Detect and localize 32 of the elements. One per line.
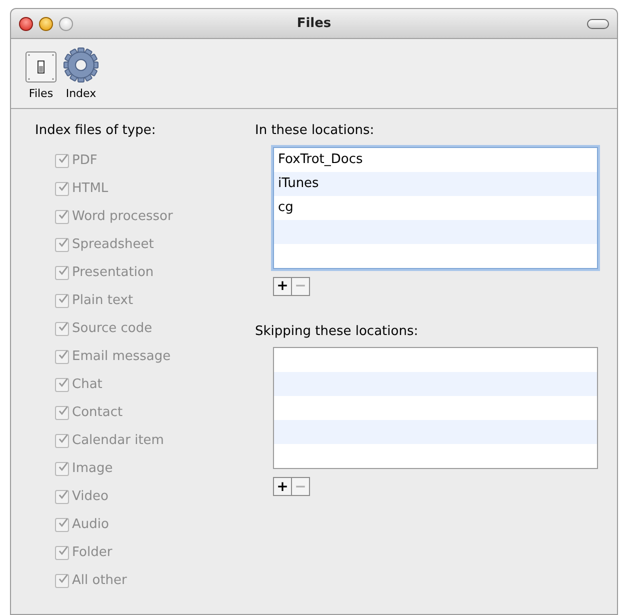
light-switch-icon bbox=[25, 50, 57, 82]
check-icon bbox=[58, 348, 68, 362]
check-icon bbox=[58, 180, 68, 194]
gear-icon bbox=[63, 46, 99, 82]
zoom-button[interactable] bbox=[59, 16, 73, 30]
check-icon bbox=[58, 264, 68, 278]
window-title: Files bbox=[296, 14, 332, 33]
toolbar-button[interactable]: Index bbox=[63, 46, 99, 102]
toolbar-button[interactable]: Files bbox=[25, 50, 57, 102]
check-icon bbox=[58, 208, 68, 222]
check-icon bbox=[58, 460, 68, 474]
toolbar-toggle-button[interactable] bbox=[587, 18, 609, 28]
section-heading: In these locations: bbox=[255, 122, 376, 140]
check-icon bbox=[58, 516, 68, 530]
check-icon bbox=[58, 376, 68, 390]
close-button[interactable] bbox=[19, 16, 33, 30]
add-button[interactable]: + bbox=[273, 477, 292, 496]
check-icon bbox=[58, 544, 68, 558]
check-icon bbox=[58, 404, 68, 418]
minimize-button[interactable] bbox=[39, 16, 53, 30]
list-row[interactable]: iTunes bbox=[274, 172, 597, 196]
location-list[interactable]: FoxTrot_Docs iTunes cg bbox=[273, 146, 598, 268]
check-icon bbox=[58, 292, 68, 306]
section-heading: Skipping these locations: bbox=[255, 322, 420, 340]
check-icon bbox=[58, 488, 68, 502]
section-heading: Index files of type: bbox=[35, 122, 157, 140]
check-icon bbox=[58, 320, 68, 334]
check-icon bbox=[58, 236, 68, 250]
check-icon bbox=[58, 432, 68, 446]
check-icon bbox=[58, 152, 68, 166]
check-icon bbox=[58, 572, 68, 586]
add-button[interactable]: + bbox=[273, 276, 292, 296]
